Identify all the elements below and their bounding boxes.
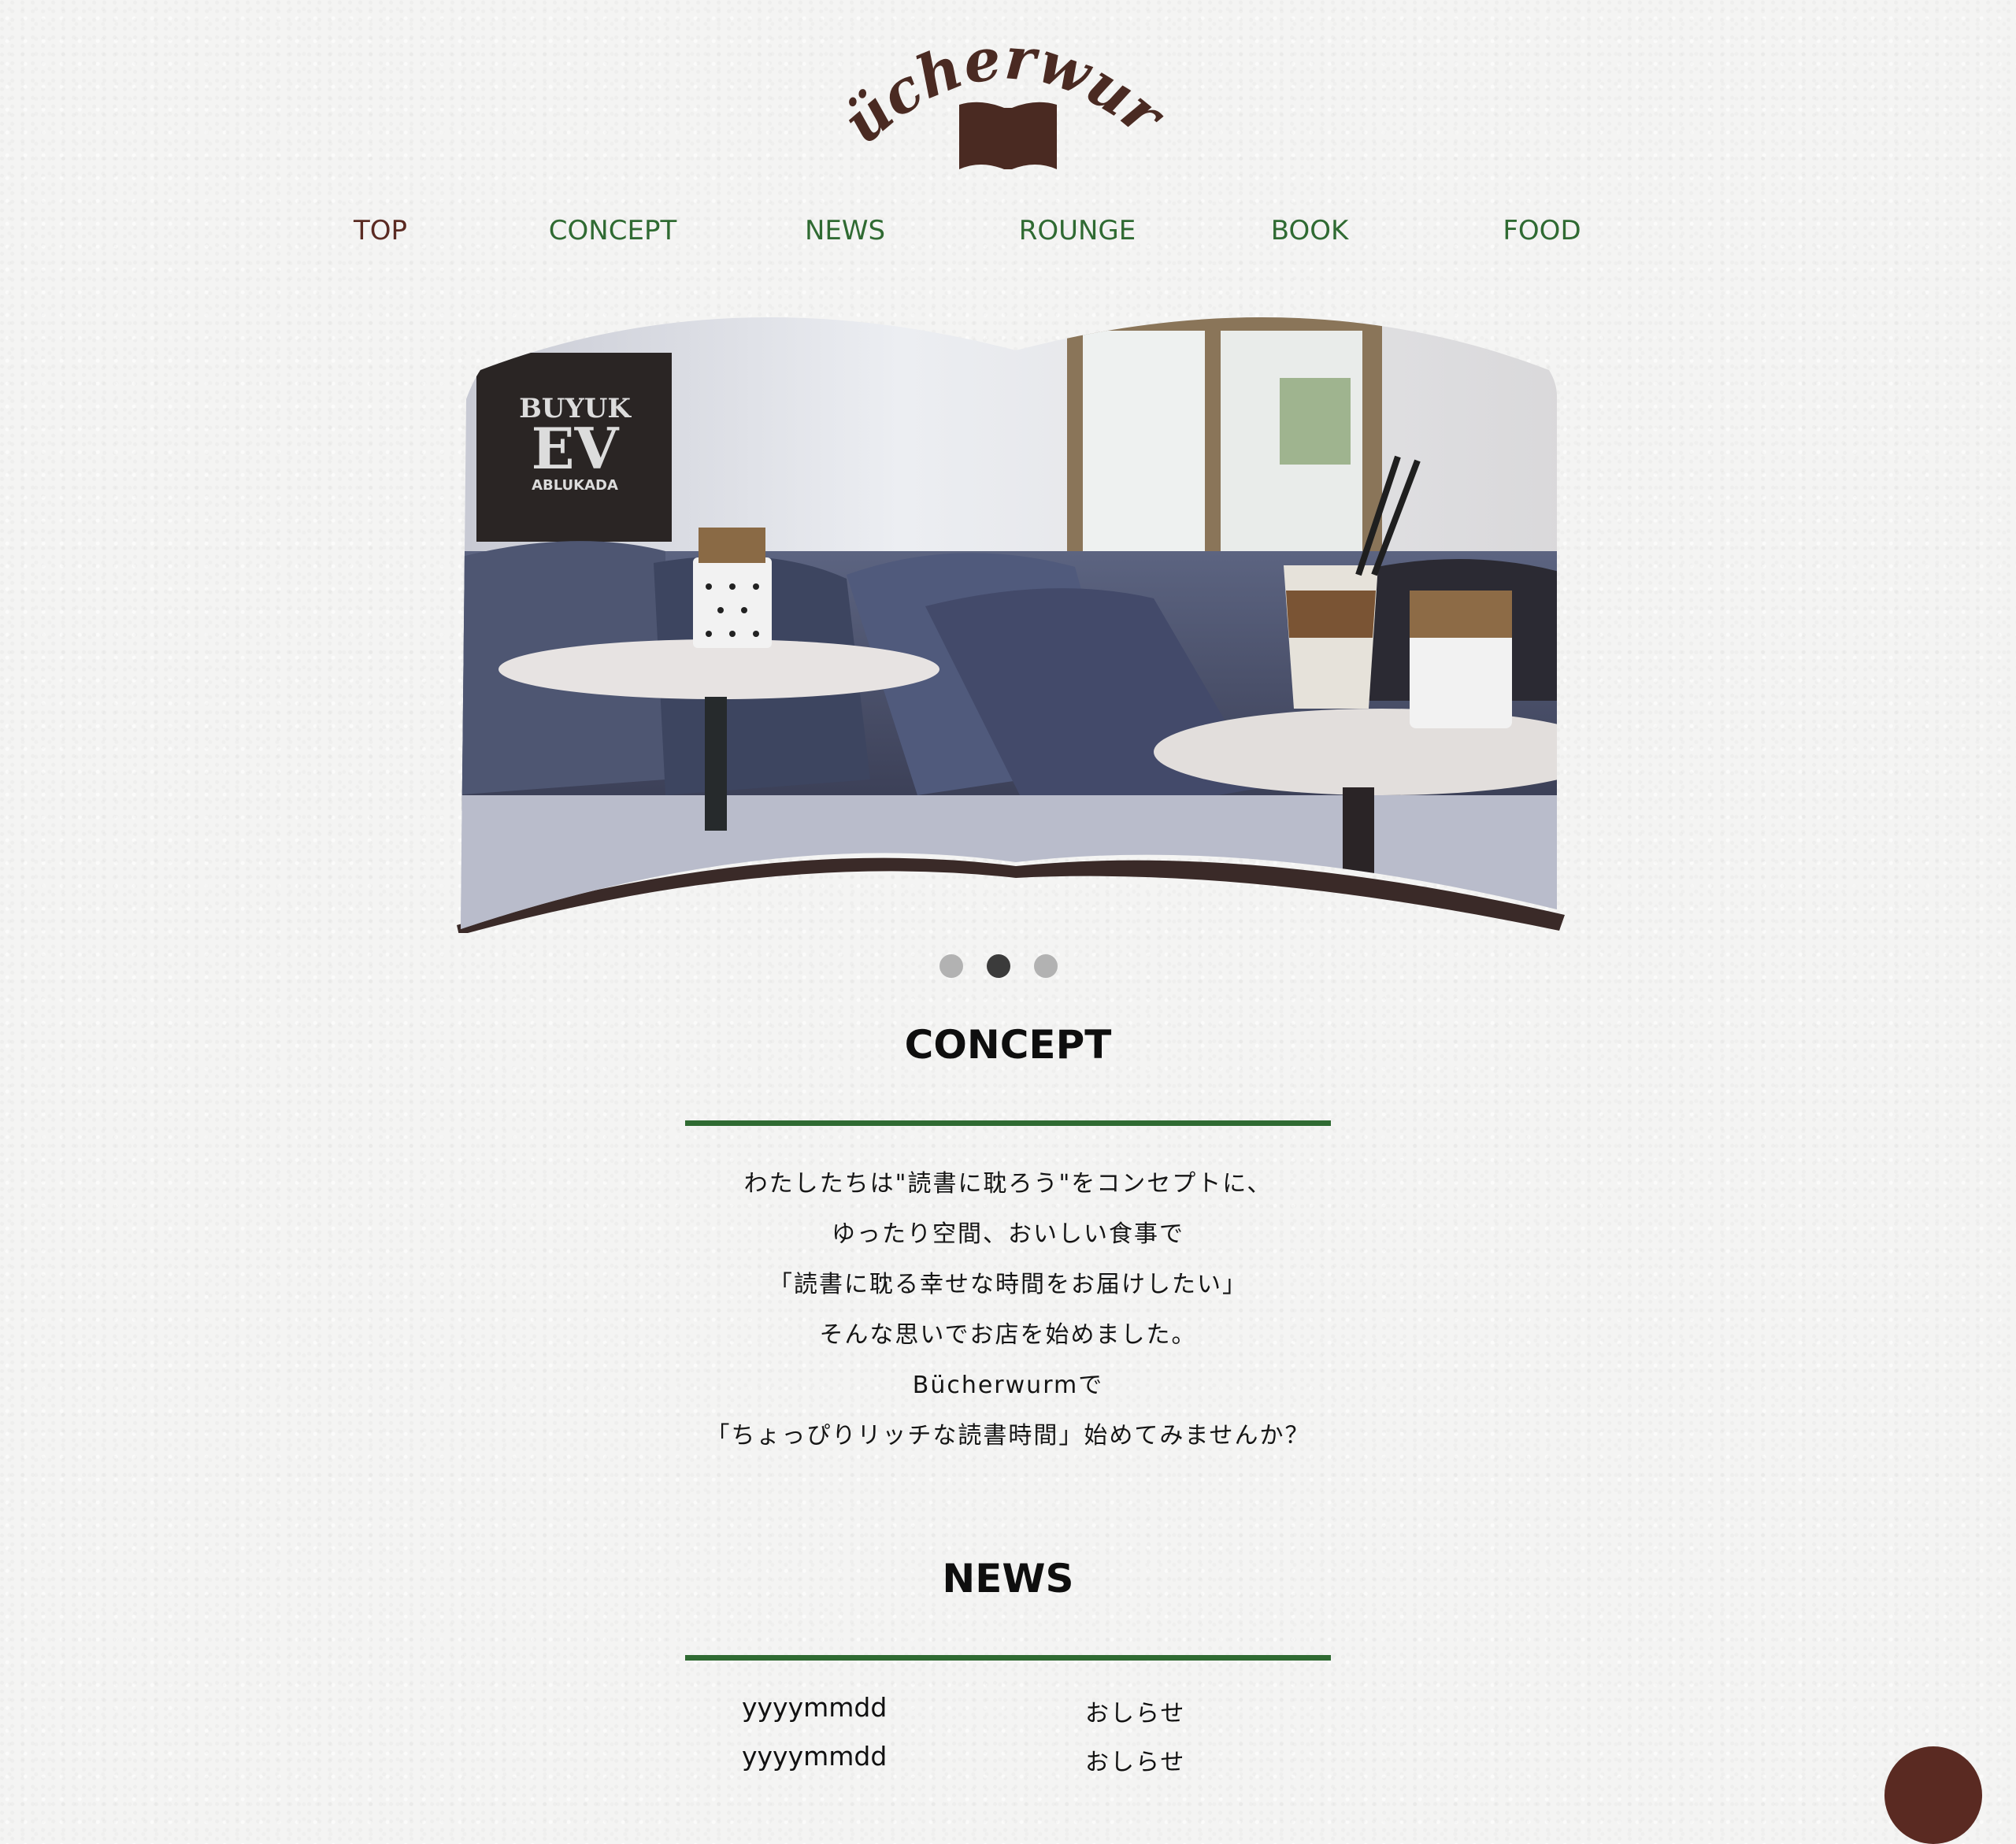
news-item[interactable]: yyyymmdd おしらせ [685, 1737, 1331, 1786]
news-date: yyyymmdd [742, 1692, 888, 1723]
concept-heading: CONCEPT [904, 1022, 1112, 1068]
concept-line: わたしたちは"読書に耽ろう"をコンセプトに、 [743, 1170, 1273, 1198]
concept-line: 「読書に耽る幸せな時間をお届けしたい」 [769, 1271, 1247, 1298]
nav-food[interactable]: FOOD [1440, 211, 1644, 250]
nav-concept[interactable]: CONCEPT [510, 211, 715, 250]
news-date: yyyymmdd [742, 1741, 888, 1772]
open-book-icon [959, 102, 1057, 169]
concept-line: ゆったり空間、おいしい食事で [832, 1220, 1184, 1248]
logo-graphic: Bücherwurm [843, 43, 1173, 169]
news-heading: NEWS [942, 1556, 1074, 1601]
news-divider [685, 1655, 1331, 1661]
slider-dot-2[interactable] [987, 954, 1010, 978]
concept-divider [685, 1120, 1331, 1126]
news-title[interactable]: おしらせ [1085, 1694, 1185, 1734]
concept-line: Bücherwurmで [912, 1372, 1104, 1399]
nav-book[interactable]: BOOK [1207, 211, 1412, 250]
svg-text:EV: EV [532, 415, 620, 482]
concept-line: 「ちょっぴりリッチな読書時間」始めてみませんか？ [706, 1422, 1310, 1450]
nav-news[interactable]: NEWS [743, 211, 947, 250]
scroll-to-top-button[interactable] [1884, 1746, 1982, 1844]
slider-pagination [0, 954, 2016, 979]
concept-line: そんな思いでお店を始めました。 [819, 1321, 1197, 1349]
hero-slider[interactable]: BUYUK EV ABLUKADA [453, 291, 1571, 933]
hero-image: BUYUK EV ABLUKADA [457, 317, 1565, 933]
nav-rounge[interactable]: ROUNGE [975, 211, 1180, 250]
main-navigation: TOP CONCEPT NEWS ROUNGE BOOK FOOD [0, 211, 2016, 250]
news-list: yyyymmdd おしらせ yyyymmdd おしらせ [685, 1688, 1331, 1786]
news-item[interactable]: yyyymmdd おしらせ [685, 1688, 1331, 1737]
slider-dot-3[interactable] [1034, 954, 1058, 978]
site-logo[interactable]: Bücherwurm [843, 43, 1173, 181]
slider-dot-1[interactable] [939, 954, 963, 978]
svg-text:ABLUKADA: ABLUKADA [532, 477, 618, 494]
nav-top[interactable]: TOP [278, 211, 483, 250]
concept-text: わたしたちは"読書に耽ろう"をコンセプトに、 ゆったり空間、おいしい食事で 「読… [0, 1159, 2016, 1461]
